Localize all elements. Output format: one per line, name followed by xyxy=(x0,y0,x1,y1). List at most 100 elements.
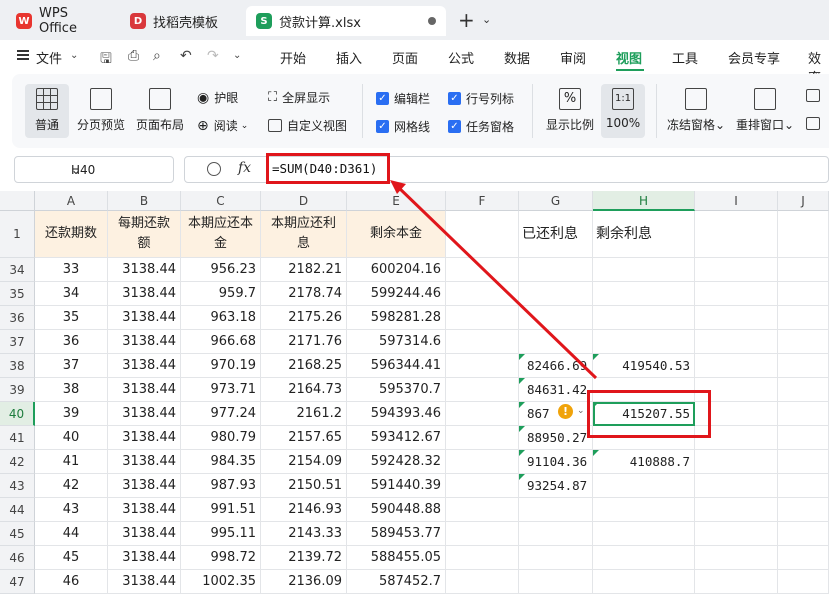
table-cell[interactable]: 33 xyxy=(35,258,108,282)
row-header[interactable]: 45 xyxy=(0,522,35,546)
table-cell[interactable]: 2150.51 xyxy=(261,474,347,498)
table-cell[interactable] xyxy=(519,498,593,522)
tab-wps-office[interactable]: W WPS Office xyxy=(6,6,116,36)
column-header-e[interactable]: E xyxy=(347,191,446,211)
redo-icon[interactable]: ↷ xyxy=(207,48,219,64)
chevron-down-icon[interactable]: ⌄ xyxy=(233,50,241,61)
table-cell[interactable] xyxy=(778,330,829,354)
table-cell[interactable] xyxy=(778,570,829,594)
table-cell[interactable] xyxy=(446,330,519,354)
table-cell[interactable]: 3138.44 xyxy=(108,426,181,450)
column-header-c[interactable]: C xyxy=(181,191,261,211)
table-cell[interactable]: 2139.72 xyxy=(261,546,347,570)
table-cell[interactable]: 43 xyxy=(35,498,108,522)
table-cell[interactable] xyxy=(778,426,829,450)
menu-icon[interactable] xyxy=(17,50,29,60)
save-icon[interactable]: 🖫 xyxy=(100,48,112,72)
new-window-button[interactable] xyxy=(806,117,825,130)
table-cell[interactable]: 42 xyxy=(35,474,108,498)
table-cell[interactable] xyxy=(519,570,593,594)
tab-active-workbook[interactable]: S 贷款计算.xlsx xyxy=(246,6,446,36)
table-cell[interactable] xyxy=(519,258,593,282)
table-cell[interactable]: 3138.44 xyxy=(108,570,181,594)
formula-bar-checkbox[interactable]: ✓ 编辑栏 xyxy=(376,90,430,107)
table-cell[interactable] xyxy=(695,546,778,570)
table-cell[interactable]: 2161.2 xyxy=(261,402,347,426)
table-cell[interactable] xyxy=(695,570,778,594)
name-box[interactable]: H40 ⌄ xyxy=(14,156,174,183)
table-cell[interactable]: 956.23 xyxy=(181,258,261,282)
header-cell[interactable]: 还款期数 xyxy=(35,211,108,258)
page-layout-button[interactable]: 页面布局 xyxy=(135,88,185,133)
table-cell[interactable]: 2175.26 xyxy=(261,306,347,330)
fullscreen-button[interactable]: ⛶ 全屏显示 xyxy=(268,89,330,106)
table-cell[interactable] xyxy=(778,522,829,546)
export-icon[interactable]: ⎙ xyxy=(128,48,139,64)
table-cell[interactable]: 35 xyxy=(35,306,108,330)
table-cell[interactable] xyxy=(446,426,519,450)
table-cell[interactable]: 39 xyxy=(35,402,108,426)
table-cell[interactable] xyxy=(593,522,695,546)
table-cell[interactable] xyxy=(593,570,695,594)
table-cell[interactable]: 591440.39 xyxy=(347,474,446,498)
undo-icon[interactable]: ↶ xyxy=(180,48,192,64)
table-cell[interactable]: 2178.74 xyxy=(261,282,347,306)
table-cell[interactable]: 40 xyxy=(35,426,108,450)
menu-file[interactable]: 文件 xyxy=(36,48,62,67)
table-cell[interactable]: 37 xyxy=(35,354,108,378)
table-cell[interactable] xyxy=(695,282,778,306)
zoom-ratio-button[interactable]: % 显示比例 xyxy=(544,88,596,133)
table-cell[interactable]: 588455.05 xyxy=(347,546,446,570)
table-cell[interactable] xyxy=(519,330,593,354)
menu-page[interactable]: 页面 xyxy=(392,48,418,67)
table-cell[interactable]: 3138.44 xyxy=(108,546,181,570)
table-cell[interactable] xyxy=(695,474,778,498)
row-header[interactable]: 39 xyxy=(0,378,35,402)
table-cell[interactable]: 3138.44 xyxy=(108,498,181,522)
table-cell[interactable]: 596344.41 xyxy=(347,354,446,378)
table-cell[interactable] xyxy=(593,282,695,306)
table-cell[interactable]: 592428.32 xyxy=(347,450,446,474)
menu-tools[interactable]: 工具 xyxy=(672,48,698,67)
table-cell[interactable]: 91104.36 xyxy=(519,450,593,474)
tab-template[interactable]: D 找稻壳模板 xyxy=(120,6,242,36)
table-cell[interactable]: 2171.76 xyxy=(261,330,347,354)
table-cell[interactable]: 1002.35 xyxy=(181,570,261,594)
table-cell[interactable]: 3138.44 xyxy=(108,258,181,282)
table-cell[interactable] xyxy=(695,450,778,474)
header-cell[interactable]: 本期应还利息 xyxy=(261,211,347,258)
page-break-preview-button[interactable]: 分页预览 xyxy=(76,88,126,133)
header-cell[interactable]: 每期还款额 xyxy=(108,211,181,258)
table-cell[interactable] xyxy=(446,570,519,594)
table-cell[interactable] xyxy=(519,282,593,306)
column-header-j[interactable]: J xyxy=(778,191,829,211)
table-cell[interactable]: 987.93 xyxy=(181,474,261,498)
table-cell[interactable]: 959.7 xyxy=(181,282,261,306)
zoom-search-icon[interactable] xyxy=(207,162,221,176)
normal-view-button[interactable]: 普通 xyxy=(25,84,69,138)
table-cell[interactable]: 3138.44 xyxy=(108,522,181,546)
table-cell[interactable]: 970.19 xyxy=(181,354,261,378)
menu-home[interactable]: 开始 xyxy=(280,48,306,67)
table-cell[interactable]: 963.18 xyxy=(181,306,261,330)
table-cell[interactable]: 995.11 xyxy=(181,522,261,546)
header-cell[interactable]: 本期应还本金 xyxy=(181,211,261,258)
table-cell[interactable] xyxy=(446,522,519,546)
header-cell[interactable]: 已还利息 xyxy=(519,211,593,258)
table-cell[interactable]: 2136.09 xyxy=(261,570,347,594)
table-cell[interactable] xyxy=(446,282,519,306)
table-cell[interactable]: 598281.28 xyxy=(347,306,446,330)
table-cell[interactable] xyxy=(519,522,593,546)
table-cell[interactable] xyxy=(446,498,519,522)
table-cell[interactable] xyxy=(446,354,519,378)
row-header[interactable]: 47 xyxy=(0,570,35,594)
split-window-button[interactable] xyxy=(806,89,825,102)
headings-checkbox[interactable]: ✓ 行号列标 xyxy=(448,90,514,107)
row-header[interactable]: 37 xyxy=(0,330,35,354)
table-cell[interactable]: 3138.44 xyxy=(108,306,181,330)
column-header-f[interactable]: F xyxy=(446,191,519,211)
table-cell[interactable] xyxy=(519,546,593,570)
table-cell[interactable] xyxy=(778,474,829,498)
header-cell[interactable]: 剩余利息 xyxy=(593,211,695,258)
table-cell[interactable]: 587452.7 xyxy=(347,570,446,594)
